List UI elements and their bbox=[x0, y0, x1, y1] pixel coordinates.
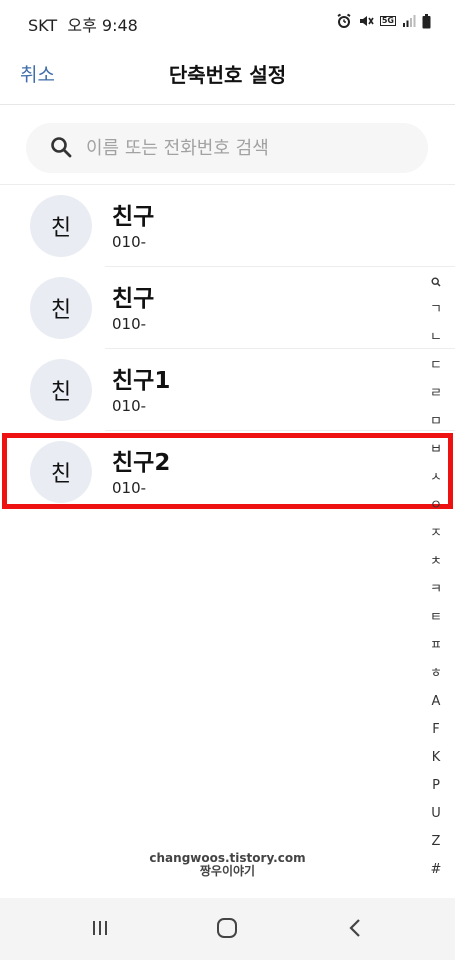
index-scroller[interactable]: ㄱ ㄴ ㄷ ㄹ ㅁ ㅂ ㅅ ㅇ ㅈ ㅊ ㅋ ㅌ ㅍ ㅎ A F K P U Z … bbox=[421, 268, 451, 884]
index-item[interactable]: ㅂ bbox=[421, 436, 451, 464]
index-item[interactable]: K bbox=[421, 744, 451, 772]
index-search-icon[interactable] bbox=[421, 268, 451, 296]
contact-item-highlighted[interactable]: 친 친구2 010- bbox=[0, 431, 455, 513]
index-item[interactable]: ㄷ bbox=[421, 352, 451, 380]
index-item[interactable]: ㅋ bbox=[421, 576, 451, 604]
contact-number: 010- bbox=[112, 315, 147, 333]
contact-name: 친구 bbox=[112, 286, 155, 312]
contact-item[interactable]: 친 친구1 010- bbox=[0, 349, 455, 431]
index-item[interactable]: ㄴ bbox=[421, 324, 451, 352]
index-item[interactable]: ㅅ bbox=[421, 464, 451, 492]
contact-name: 친구 bbox=[112, 204, 155, 230]
recent-apps-icon bbox=[90, 918, 110, 942]
back-button[interactable] bbox=[335, 918, 375, 942]
index-item[interactable]: F bbox=[421, 716, 451, 744]
contact-item[interactable]: 친 친구 010- bbox=[0, 185, 455, 267]
contact-number: 010- bbox=[112, 233, 147, 251]
contact-name: 친구1 bbox=[112, 368, 171, 394]
index-item[interactable]: ㄹ bbox=[421, 380, 451, 408]
mute-icon bbox=[358, 13, 374, 29]
index-item[interactable]: P bbox=[421, 772, 451, 800]
status-left: SKT 오후 9:48 bbox=[28, 12, 138, 36]
index-item[interactable]: U bbox=[421, 800, 451, 828]
signal-icon bbox=[402, 14, 416, 28]
network-type: 5G bbox=[379, 16, 396, 26]
header: 취소 단축번호 설정 bbox=[0, 42, 455, 105]
avatar: 친 bbox=[30, 277, 92, 339]
index-item[interactable]: ㅍ bbox=[421, 632, 451, 660]
index-item[interactable]: ㅁ bbox=[421, 408, 451, 436]
avatar: 친 bbox=[30, 441, 92, 503]
battery-icon bbox=[422, 13, 431, 29]
index-item[interactable]: ㅎ bbox=[421, 660, 451, 688]
index-item[interactable]: ㅌ bbox=[421, 604, 451, 632]
contact-list: 친 친구 010- 친 친구 010- 친 친구1 010- 친 친구2 010… bbox=[0, 185, 455, 513]
avatar: 친 bbox=[30, 195, 92, 257]
search-input[interactable] bbox=[86, 123, 416, 173]
index-item[interactable]: A bbox=[421, 688, 451, 716]
avatar: 친 bbox=[30, 359, 92, 421]
contact-number: 010- bbox=[112, 397, 147, 415]
alarm-icon bbox=[336, 13, 352, 29]
watermark: changwoos.tistory.com 짱우이야기 bbox=[0, 852, 455, 878]
page-title: 단축번호 설정 bbox=[168, 63, 287, 87]
network-badge: 5G bbox=[379, 16, 396, 26]
back-icon bbox=[347, 917, 363, 943]
status-icons: 5G bbox=[336, 13, 431, 29]
recent-apps-button[interactable] bbox=[80, 918, 120, 942]
index-item[interactable]: ㄱ bbox=[421, 296, 451, 324]
carrier: SKT bbox=[28, 16, 58, 35]
search-bar[interactable] bbox=[26, 123, 428, 173]
watermark-blog-name: 짱우이야기 bbox=[199, 864, 256, 878]
status-bar: SKT 오후 9:48 5G bbox=[0, 0, 455, 42]
contact-number: 010- bbox=[112, 479, 147, 497]
search-icon bbox=[50, 136, 72, 162]
home-button[interactable] bbox=[207, 918, 247, 942]
status-time: 오후 9:48 bbox=[67, 16, 138, 35]
index-item[interactable]: ㅈ bbox=[421, 520, 451, 548]
navigation-bar bbox=[0, 898, 455, 960]
contact-item[interactable]: 친 친구 010- bbox=[0, 267, 455, 349]
index-item[interactable]: ㅇ bbox=[421, 492, 451, 520]
index-item[interactable]: ㅊ bbox=[421, 548, 451, 576]
home-icon bbox=[216, 917, 238, 943]
contact-name: 친구2 bbox=[112, 450, 171, 476]
